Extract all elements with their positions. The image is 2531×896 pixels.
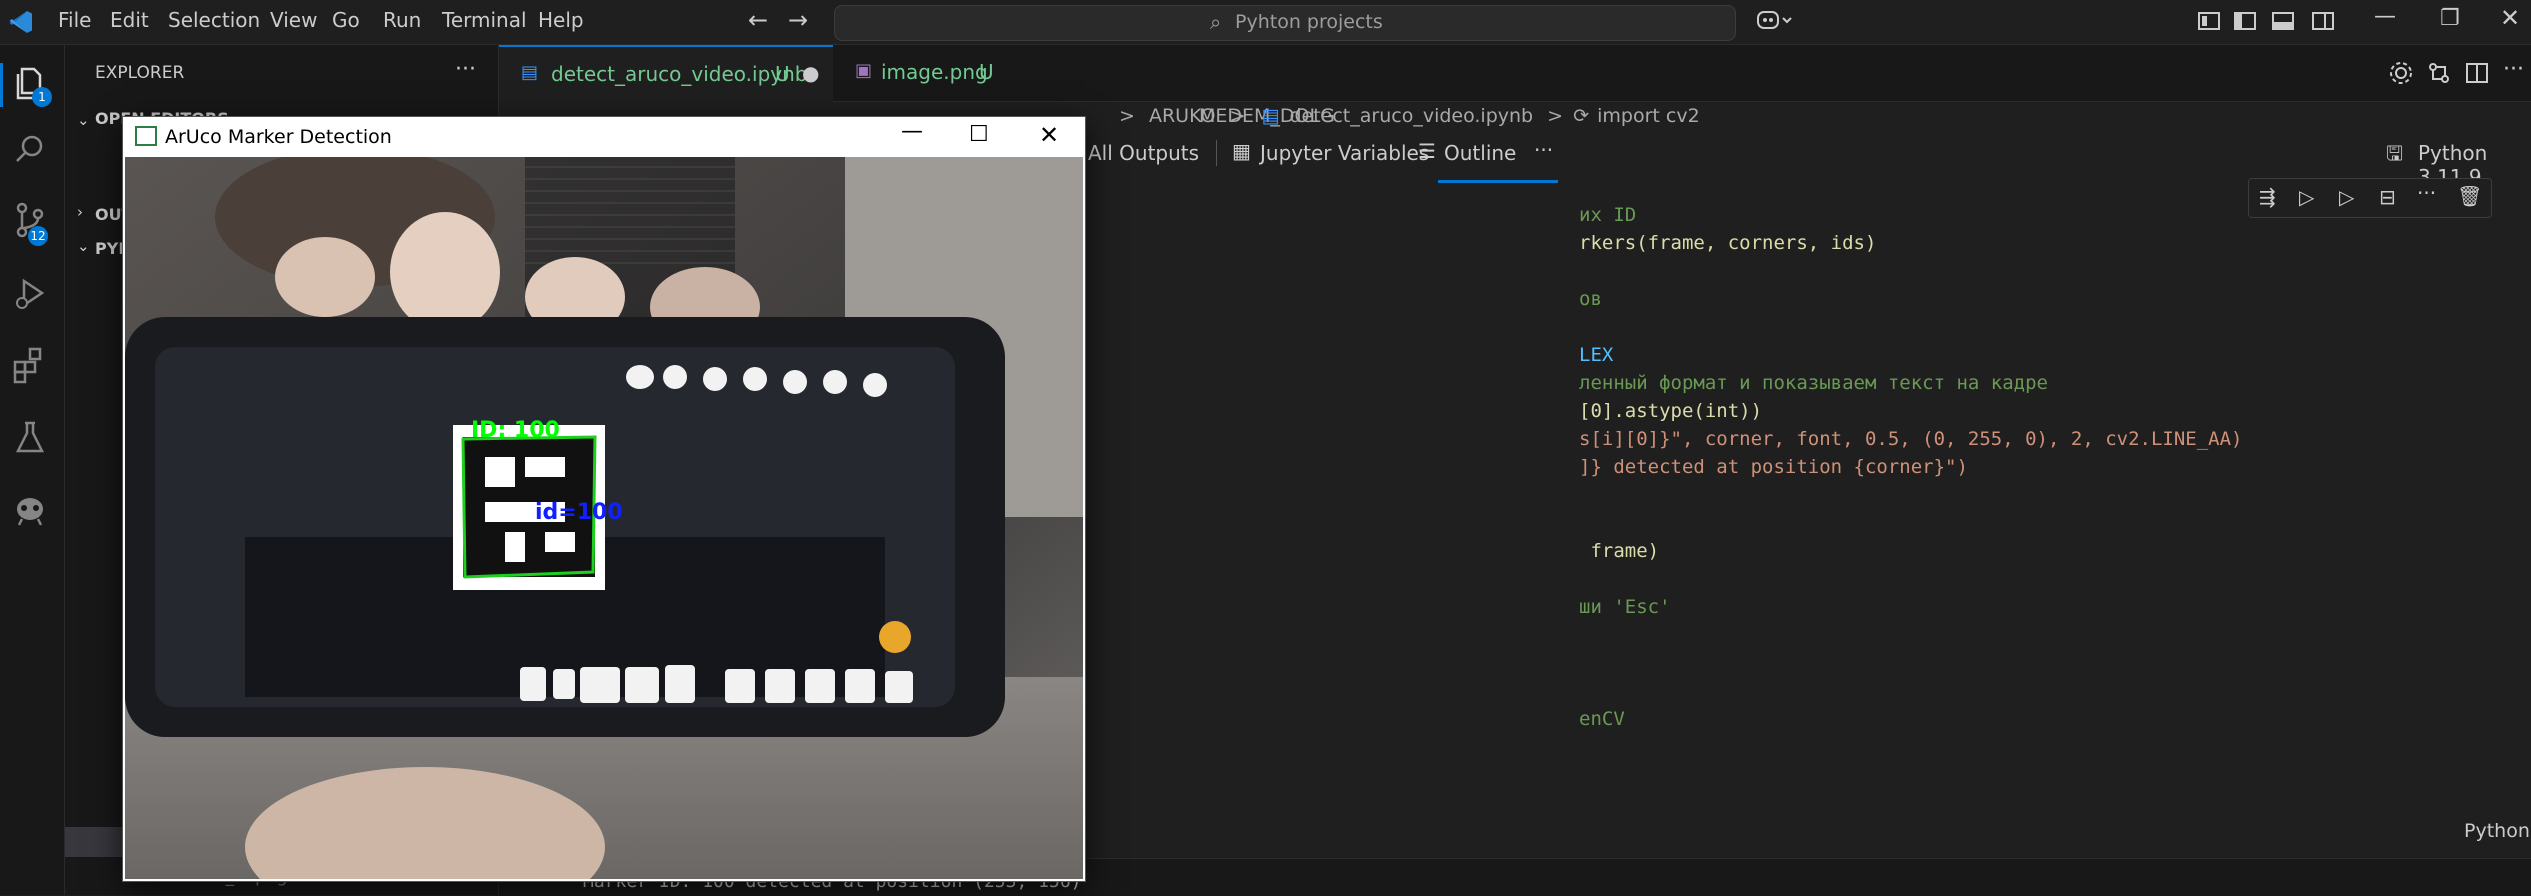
breadcrumb-trail: > ARUKO > ▤ detect_aruco_video.ipynb > ⟳… bbox=[1119, 105, 1700, 127]
tab-status: U bbox=[775, 62, 790, 86]
forward-arrow-icon[interactable]: → bbox=[788, 6, 808, 34]
title-bar: File Edit Selection View Go Run Terminal… bbox=[0, 0, 2531, 45]
chevron-down-icon[interactable]: ⌄ bbox=[77, 111, 90, 129]
breadcrumb-symbol[interactable]: import cv2 bbox=[1597, 105, 1700, 127]
toolbar-divider bbox=[1216, 140, 1217, 166]
back-arrow-icon[interactable]: ← bbox=[748, 6, 768, 34]
code-line: rkers(frame, corners, ids) bbox=[1579, 232, 1877, 254]
source-control-badge: 12 bbox=[28, 226, 48, 246]
window-app-icon bbox=[135, 126, 157, 146]
search-icon: ⌕ bbox=[1210, 10, 1222, 34]
aruco-detection-window[interactable]: ArUco Marker Detection — ☐ ✕ ID: 100 id=… bbox=[122, 116, 1086, 882]
kernel-icon: 🖫 bbox=[2386, 141, 2404, 165]
cv-window-title: ArUco Marker Detection bbox=[165, 126, 392, 148]
outline-icon: ☰ bbox=[1418, 139, 1436, 163]
code-line: ]} detected at position {corner}") bbox=[1579, 456, 1968, 478]
marker-id-blue-label: id=100 bbox=[535, 500, 623, 525]
toggle-panel-icon[interactable] bbox=[2272, 10, 2294, 37]
extensions-icon[interactable] bbox=[10, 345, 54, 389]
editor-tab-bar: ▤ detect_aruco_video.ipynb U ● ▣ image.p… bbox=[499, 45, 2531, 103]
menu-view[interactable]: View bbox=[270, 8, 317, 32]
copilot-icon[interactable] bbox=[1756, 8, 1794, 37]
split-editor-icon[interactable] bbox=[2465, 61, 2489, 90]
tab-detect-aruco-video[interactable]: ▤ detect_aruco_video.ipynb U ● bbox=[499, 45, 833, 103]
code-cell[interactable]: их ID rkers(frame, corners, ids) ов LEX … bbox=[1089, 194, 2530, 854]
code-line: их ID bbox=[1579, 204, 1637, 226]
unsaved-dot-icon[interactable]: ● bbox=[802, 61, 819, 85]
menu-selection[interactable]: Selection bbox=[168, 8, 260, 32]
remote-explorer-alien-icon[interactable] bbox=[10, 489, 54, 533]
marker-id-green-label: ID: 100 bbox=[471, 418, 560, 443]
chevron-down-icon[interactable]: ⌄ bbox=[77, 237, 90, 255]
module-symbol-icon: ⟳ bbox=[1573, 105, 1590, 127]
cv-minimize-icon[interactable]: — bbox=[901, 119, 923, 144]
customize-layout-icon[interactable] bbox=[2198, 10, 2220, 37]
chevron-right-icon[interactable]: › bbox=[77, 203, 83, 221]
activity-bar: 1 12 bbox=[0, 45, 65, 895]
cell-focus-indicator bbox=[1438, 180, 1558, 183]
camera-frame-image: ID: 100 id=100 bbox=[125, 157, 1083, 879]
tab-status: U bbox=[979, 60, 994, 84]
code-line: [0].astype(int)) bbox=[1579, 400, 1763, 422]
code-line: frame) bbox=[1579, 540, 1660, 562]
breadcrumb-file[interactable]: detect_aruco_video.ipynb bbox=[1289, 105, 1533, 127]
cv-window-titlebar[interactable]: ArUco Marker Detection — ☐ ✕ bbox=[123, 117, 1085, 157]
command-center-search[interactable]: ⌕ Pyhton projects bbox=[834, 5, 1736, 41]
menu-help[interactable]: Help bbox=[538, 8, 584, 32]
code-line: ов bbox=[1579, 288, 1602, 310]
code-line: s[i][0]}", corner, font, 0.5, (0, 255, 0… bbox=[1579, 428, 2243, 450]
testing-flask-icon[interactable] bbox=[10, 417, 54, 461]
tab-image-png[interactable]: ▣ image.png U bbox=[835, 45, 1031, 101]
close-window-icon[interactable]: ✕ bbox=[2500, 4, 2520, 32]
restore-window-icon[interactable]: ❐ bbox=[2440, 6, 2460, 31]
notebook-toolbar: All Outputs ▦ Jupyter Variables ☰ Outlin… bbox=[1088, 138, 2531, 189]
menu-terminal[interactable]: Terminal bbox=[442, 8, 527, 32]
code-line: enCV bbox=[1579, 708, 1625, 730]
breadcrumb-sep: > bbox=[1119, 105, 1135, 127]
vscode-logo-icon bbox=[8, 9, 34, 40]
settings-gear-icon[interactable] bbox=[2389, 61, 2413, 90]
breadcrumb-sep: > bbox=[1547, 105, 1564, 127]
code-line: LEX bbox=[1579, 344, 1614, 366]
menu-run[interactable]: Run bbox=[383, 8, 421, 32]
minimize-window-icon[interactable]: — bbox=[2374, 4, 2396, 29]
source-control-icon[interactable]: 12 bbox=[10, 200, 54, 246]
notebook-file-icon: ▤ bbox=[521, 62, 539, 83]
explorer-icon[interactable]: 1 bbox=[10, 63, 54, 107]
code-line: ленный формат и показываем текст на кадр… bbox=[1579, 372, 2048, 394]
tab-label: detect_aruco_video.ipynb bbox=[551, 62, 808, 86]
more-toolbar-button[interactable]: ··· bbox=[1534, 138, 1553, 162]
run-and-debug-icon[interactable] bbox=[10, 273, 54, 317]
breadcrumb-folder[interactable]: ARUKO bbox=[1149, 105, 1215, 127]
menu-edit[interactable]: Edit bbox=[110, 8, 149, 32]
more-actions-icon[interactable]: ··· bbox=[455, 57, 476, 82]
breadcrumb-sep: > bbox=[1229, 105, 1246, 127]
tab-label: image.png bbox=[881, 60, 988, 84]
image-file-icon: ▣ bbox=[855, 60, 873, 81]
menu-go[interactable]: Go bbox=[332, 8, 360, 32]
cv-maximize-icon[interactable]: ☐ bbox=[969, 122, 989, 147]
active-indicator bbox=[0, 63, 3, 107]
camera-frame: ID: 100 id=100 bbox=[125, 157, 1083, 879]
jupyter-variables-button[interactable]: Jupyter Variables bbox=[1260, 141, 1429, 165]
explorer-badge: 1 bbox=[32, 87, 52, 107]
cell-language[interactable]: Python bbox=[2464, 820, 2530, 842]
toggle-secondary-sidebar-icon[interactable] bbox=[2312, 10, 2334, 37]
toggle-sidebar-icon[interactable] bbox=[2234, 10, 2256, 37]
search-placeholder: Pyhton projects bbox=[1235, 11, 1383, 33]
sidebar-title: EXPLORER bbox=[95, 63, 185, 83]
open-changes-icon[interactable] bbox=[2427, 61, 2451, 90]
search-icon[interactable] bbox=[10, 130, 54, 174]
outline-button[interactable]: Outline bbox=[1444, 141, 1516, 165]
variables-icon: ▦ bbox=[1232, 139, 1251, 163]
cv-close-icon[interactable]: ✕ bbox=[1039, 121, 1059, 149]
more-actions-icon[interactable]: ··· bbox=[2503, 57, 2524, 82]
menu-file[interactable]: File bbox=[58, 8, 91, 32]
clear-all-outputs-button[interactable]: All Outputs bbox=[1088, 141, 1199, 165]
notebook-file-icon: ▤ bbox=[1261, 105, 1280, 127]
code-line: ши 'Esc' bbox=[1579, 596, 1671, 618]
